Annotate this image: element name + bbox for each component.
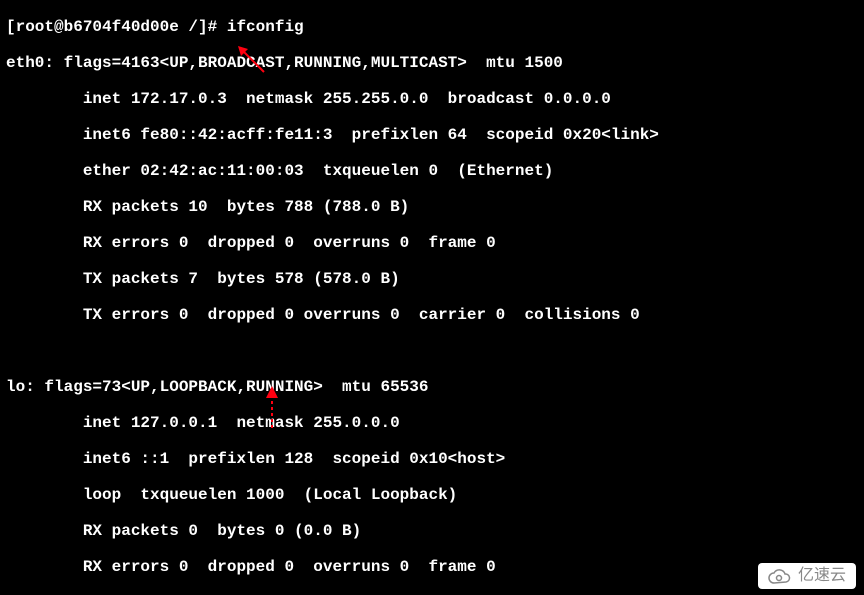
eth0-ether: ether 02:42:ac:11:00:03 txqueuelen 0 (Et… — [6, 162, 858, 180]
terminal-window[interactable]: [root@b6704f40d00e /]# ifconfig eth0: fl… — [0, 0, 864, 595]
lo-header: lo: flags=73<UP,LOOPBACK,RUNNING> mtu 65… — [6, 378, 858, 396]
lo-rx-errors: RX errors 0 dropped 0 overruns 0 frame 0 — [6, 558, 858, 576]
eth0-inet6: inet6 fe80::42:acff:fe11:3 prefixlen 64 … — [6, 126, 858, 144]
command-ifconfig: ifconfig — [227, 18, 304, 36]
eth0-inet: inet 172.17.0.3 netmask 255.255.0.0 broa… — [6, 90, 858, 108]
watermark-badge: 亿速云 — [758, 563, 856, 589]
lo-inet6: inet6 ::1 prefixlen 128 scopeid 0x10<hos… — [6, 450, 858, 468]
lo-loop: loop txqueuelen 1000 (Local Loopback) — [6, 486, 858, 504]
shell-prompt: [root@b6704f40d00e /]# — [6, 18, 217, 36]
eth0-rx-errors: RX errors 0 dropped 0 overruns 0 frame 0 — [6, 234, 858, 252]
prompt-line: [root@b6704f40d00e /]# ifconfig — [6, 18, 858, 36]
eth0-rx-packets: RX packets 10 bytes 788 (788.0 B) — [6, 198, 858, 216]
watermark-text: 亿速云 — [798, 567, 846, 585]
cloud-icon — [766, 567, 792, 585]
blank-line — [6, 342, 858, 360]
lo-rx-packets: RX packets 0 bytes 0 (0.0 B) — [6, 522, 858, 540]
eth0-tx-packets: TX packets 7 bytes 578 (578.0 B) — [6, 270, 858, 288]
eth0-header: eth0: flags=4163<UP,BROADCAST,RUNNING,MU… — [6, 54, 858, 72]
eth0-tx-errors: TX errors 0 dropped 0 overruns 0 carrier… — [6, 306, 858, 324]
lo-inet: inet 127.0.0.1 netmask 255.0.0.0 — [6, 414, 858, 432]
